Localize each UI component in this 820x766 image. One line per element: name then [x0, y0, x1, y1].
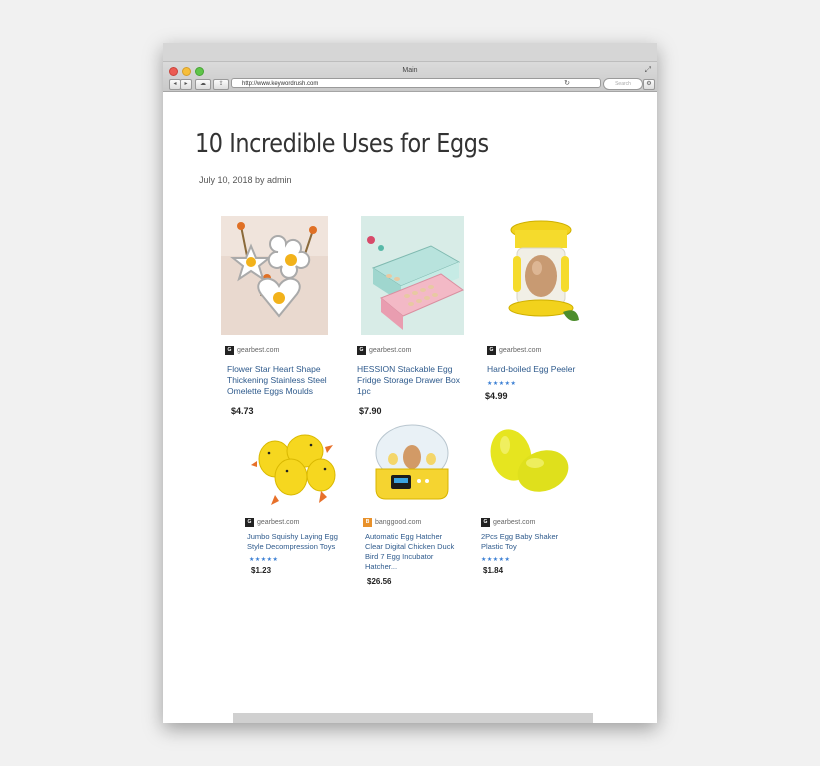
product-name-line: Clear Digital Chicken Duck [365, 542, 455, 551]
icloud-tabs-button[interactable]: ☁ [195, 79, 211, 90]
reload-icon[interactable]: ↻ [564, 79, 570, 89]
product-name[interactable]: Hard-boiled Egg Peeler [487, 364, 597, 375]
banggood-logo-icon: B [363, 518, 372, 527]
product-price: $4.73 [231, 406, 254, 416]
product-card[interactable]: B banggood.com Automatic Egg Hatcher Cle… [363, 421, 475, 586]
product-name-line: Jumbo Squishy Laying Egg [247, 532, 338, 541]
nav-bar: ◂ ▸ ☁ ⇪ http://www.keywordrush.com ↻ Sea… [163, 77, 657, 91]
product-name-line: Fridge Storage Drawer Box [357, 375, 460, 385]
product-name-line: Thickening Stainless Steel [227, 375, 327, 385]
product-image[interactable] [247, 421, 342, 511]
product-name-line: HESSION Stackable Egg [357, 364, 453, 374]
store-source: B banggood.com [363, 518, 421, 527]
store-source: G gearbest.com [481, 518, 535, 527]
gearbest-logo-icon: G [487, 346, 496, 355]
rating-stars: ★★★★★ [487, 381, 517, 387]
post-meta: July 10, 2018 by admin [199, 175, 292, 185]
product-price: $26.56 [367, 577, 392, 586]
gearbest-logo-icon: G [481, 518, 490, 527]
fullscreen-icon[interactable]: ⤢ [645, 65, 651, 75]
product-name-line: Hatcher... [365, 562, 398, 571]
product-image[interactable] [361, 216, 464, 335]
window-bottom-bar [233, 713, 593, 723]
window-title: Main [402, 67, 418, 74]
stage: Main ⤢ ◂ ▸ ☁ ⇪ http://www.keywordrush.co… [0, 0, 820, 766]
store-name: banggood.com [375, 519, 422, 526]
product-name[interactable]: Flower Star Heart Shape Thickening Stain… [227, 364, 337, 397]
product-name[interactable]: Jumbo Squishy Laying Egg Style Decompres… [247, 532, 357, 552]
window-top-strip [163, 43, 657, 62]
product-image[interactable] [221, 216, 328, 335]
gearbest-logo-icon: G [225, 346, 234, 355]
store-source: G gearbest.com [357, 346, 411, 355]
product-name-line: 2Pcs Egg Baby Shaker [481, 532, 559, 541]
browser-window: Main ⤢ ◂ ▸ ☁ ⇪ http://www.keywordrush.co… [163, 43, 657, 723]
store-name: gearbest.com [493, 519, 536, 526]
product-price: $1.23 [251, 566, 272, 575]
product-image[interactable] [365, 421, 460, 511]
product-name[interactable]: HESSION Stackable Egg Fridge Storage Dra… [357, 364, 472, 397]
product-name-line: Plastic Toy [481, 542, 517, 551]
store-name: gearbest.com [369, 347, 412, 354]
product-price: $1.84 [483, 566, 504, 575]
store-name: gearbest.com [499, 347, 542, 354]
title-bar: Main ⤢ ◂ ▸ ☁ ⇪ http://www.keywordrush.co… [163, 43, 657, 92]
store-source: G gearbest.com [225, 346, 279, 355]
store-source: G gearbest.com [245, 518, 299, 527]
forward-button[interactable]: ▸ [180, 79, 192, 90]
gearbest-logo-icon: G [245, 518, 254, 527]
product-card[interactable]: G gearbest.com 2Pcs Egg Baby Shaker Plas… [481, 421, 591, 575]
product-name-line: Omelette Eggs Moulds [227, 386, 313, 396]
product-name[interactable]: 2Pcs Egg Baby Shaker Plastic Toy [481, 532, 591, 552]
product-card[interactable]: G gearbest.com Hard-boiled Egg Peeler ★★… [485, 216, 601, 416]
address-bar[interactable]: http://www.keywordrush.com ↻ [231, 78, 601, 88]
product-name-line: Bird 7 Egg Incubator [365, 552, 434, 561]
product-name[interactable]: Automatic Egg Hatcher Clear Digital Chic… [365, 532, 475, 572]
store-name: gearbest.com [237, 347, 280, 354]
share-button[interactable]: ⇪ [213, 79, 229, 90]
store-name: gearbest.com [257, 519, 300, 526]
rating-stars: ★★★★★ [481, 557, 511, 563]
product-name-line: Hard-boiled Egg Peeler [487, 364, 576, 374]
post-title: 10 Incredible Uses for Eggs [195, 129, 489, 159]
url-text: http://www.keywordrush.com [242, 81, 319, 87]
settings-gear-icon[interactable]: ⚙ [643, 79, 655, 90]
product-card[interactable]: G gearbest.com Flower Star Heart Shape T… [221, 216, 331, 416]
product-name-line: 1pc [357, 386, 371, 396]
product-name-line: Automatic Egg Hatcher [365, 532, 443, 541]
product-name-line: Style Decompression Toys [247, 542, 336, 551]
product-name-line: Flower Star Heart Shape [227, 364, 321, 374]
gearbest-logo-icon: G [357, 346, 366, 355]
product-card[interactable]: G gearbest.com HESSION Stackable Egg Fri… [357, 216, 471, 416]
product-price: $4.99 [485, 391, 508, 401]
store-source: G gearbest.com [487, 346, 541, 355]
product-price: $7.90 [359, 406, 382, 416]
product-image[interactable] [481, 421, 576, 511]
product-image[interactable] [491, 216, 591, 335]
page-content: 10 Incredible Uses for Eggs July 10, 201… [163, 91, 657, 723]
search-field[interactable]: Search [603, 78, 643, 90]
rating-stars: ★★★★★ [249, 557, 279, 563]
product-card[interactable]: G gearbest.com Jumbo Squishy Laying Egg … [245, 421, 357, 575]
